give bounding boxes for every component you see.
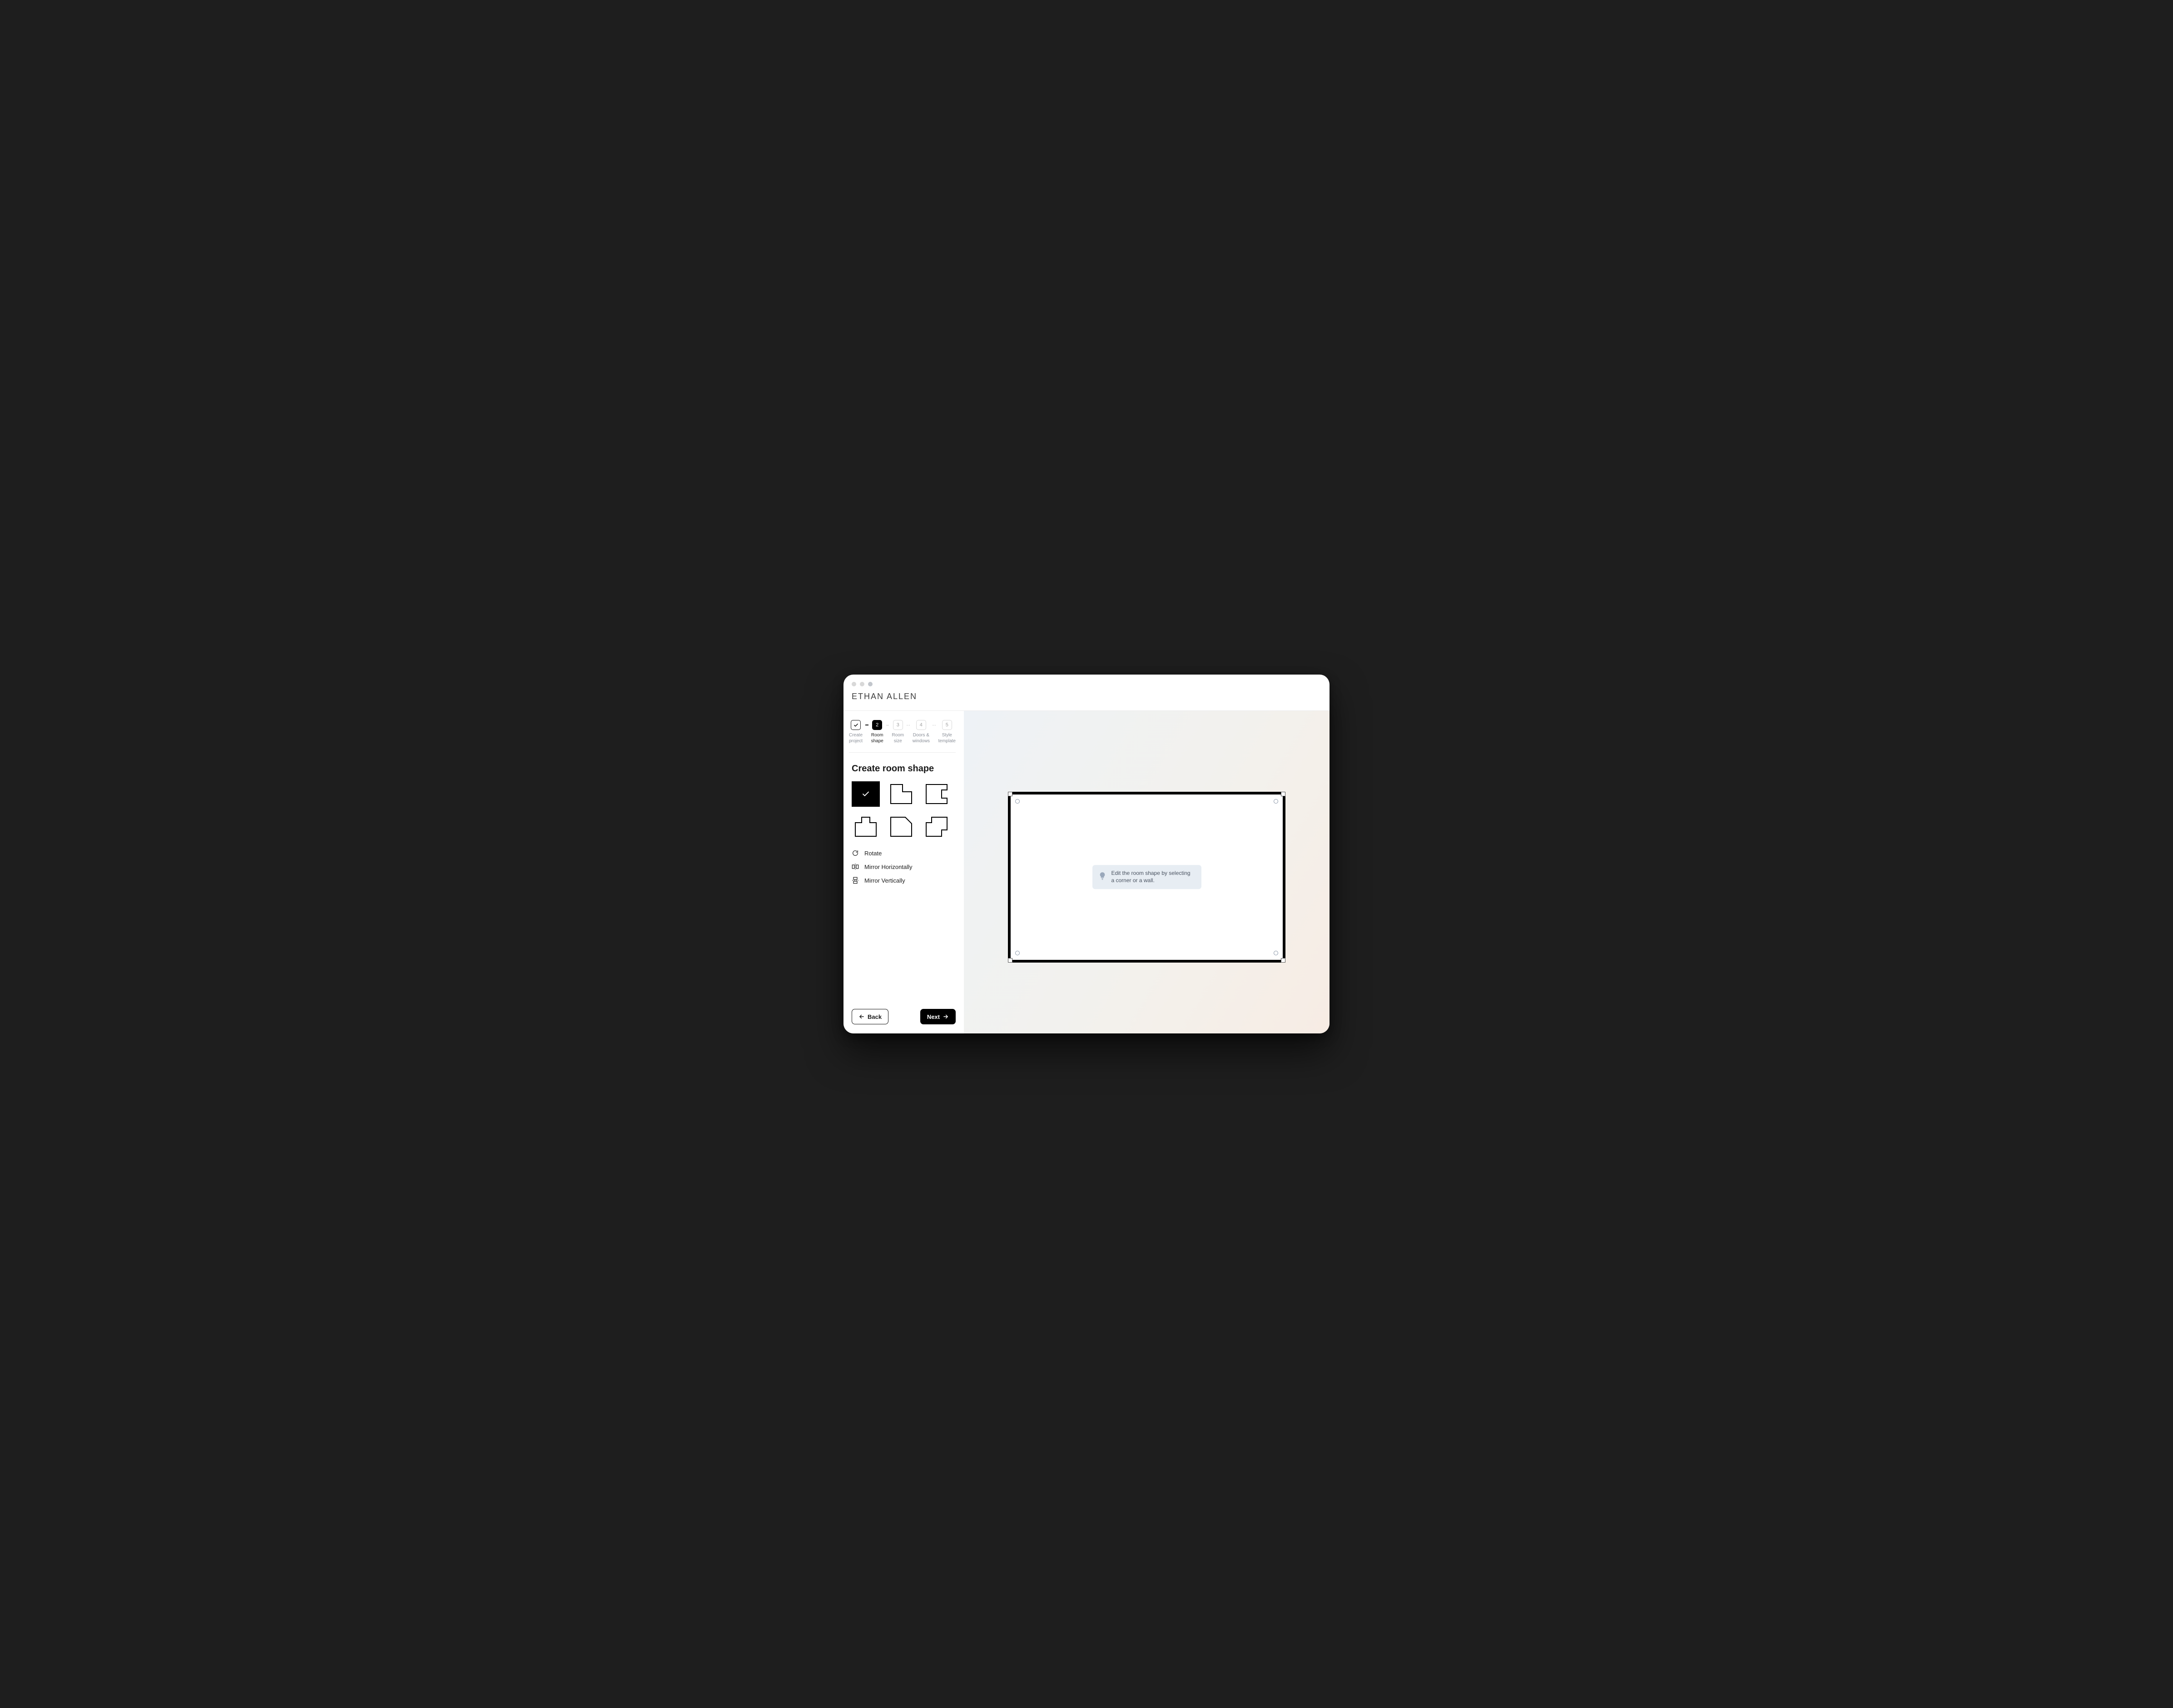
- step-connector: [886, 720, 889, 730]
- mirror-vertical-icon: [852, 877, 859, 884]
- back-button[interactable]: Back: [852, 1009, 888, 1024]
- tool-mirror-v[interactable]: Mirror Vertically: [852, 877, 956, 884]
- step-box: 2: [872, 720, 882, 730]
- step-box-check: [851, 720, 861, 730]
- next-button[interactable]: Next: [920, 1009, 956, 1024]
- step-label: Room shape: [871, 733, 883, 744]
- step-box: 4: [916, 720, 926, 730]
- step-box: 3: [893, 720, 903, 730]
- next-button-label: Next: [927, 1013, 940, 1020]
- shape-step-corner[interactable]: [923, 814, 951, 839]
- tool-rotate[interactable]: Rotate: [852, 849, 956, 857]
- tool-label: Rotate: [864, 850, 882, 857]
- resize-handle-bl[interactable]: [1008, 958, 1012, 963]
- step-create-project[interactable]: Create project: [849, 720, 863, 744]
- shape-l-topright[interactable]: [887, 781, 915, 807]
- traffic-light-zoom[interactable]: [868, 682, 873, 686]
- traffic-light-close[interactable]: [852, 682, 856, 686]
- check-icon: [862, 790, 870, 798]
- stepper: Create project 2 Room shape 3 Room size …: [849, 720, 956, 753]
- corner-point-tl[interactable]: [1015, 799, 1020, 804]
- hint-text: Edit the room shape by selecting a corne…: [1111, 869, 1193, 885]
- footer-buttons: Back Next: [852, 1002, 956, 1024]
- arrow-left-icon: [858, 1013, 865, 1020]
- resize-handle-tl[interactable]: [1008, 792, 1012, 796]
- hint-card: Edit the room shape by selecting a corne…: [1092, 865, 1201, 889]
- tool-mirror-h[interactable]: Mirror Horizontally: [852, 863, 956, 870]
- content-row: Create project 2 Room shape 3 Room size …: [843, 710, 1330, 1033]
- mirror-horizontal-icon: [852, 863, 859, 870]
- resize-handle-br[interactable]: [1281, 958, 1285, 963]
- step-connector: [865, 720, 868, 730]
- step-room-shape[interactable]: 2 Room shape: [871, 720, 883, 744]
- tool-list: Rotate Mirror Horizontally Mirror Vertic…: [852, 849, 956, 884]
- step-style-template[interactable]: 5 Style template: [938, 720, 956, 744]
- window-titlebar: [843, 675, 1330, 688]
- step-label: Style template: [938, 733, 956, 744]
- app-window: ETHAN ALLEN Create project 2 Room shape: [843, 675, 1330, 1033]
- step-label: Doors & windows: [913, 733, 930, 744]
- traffic-light-minimize[interactable]: [860, 682, 864, 686]
- section-title: Create room shape: [852, 764, 956, 774]
- shape-notch-right[interactable]: [923, 781, 951, 807]
- lightbulb-icon: [1099, 871, 1106, 883]
- brand-wordmark: ETHAN ALLEN: [852, 692, 1321, 701]
- step-label: Room size: [892, 733, 904, 744]
- shape-cut-corner[interactable]: [887, 814, 915, 839]
- step-room-size[interactable]: 3 Room size: [892, 720, 904, 744]
- arrow-right-icon: [943, 1013, 949, 1020]
- room-outline[interactable]: Edit the room shape by selecting a corne…: [1008, 792, 1286, 963]
- step-connector: [933, 720, 936, 730]
- brand-bar: ETHAN ALLEN: [843, 688, 1330, 710]
- back-button-label: Back: [868, 1013, 882, 1020]
- corner-point-br[interactable]: [1274, 951, 1278, 955]
- canvas[interactable]: Edit the room shape by selecting a corne…: [964, 711, 1330, 1033]
- corner-point-tr[interactable]: [1274, 799, 1278, 804]
- shape-t-top[interactable]: [852, 814, 880, 839]
- step-doors-windows[interactable]: 4 Doors & windows: [913, 720, 930, 744]
- resize-handle-tr[interactable]: [1281, 792, 1285, 796]
- shape-grid: [852, 781, 956, 839]
- corner-point-bl[interactable]: [1015, 951, 1020, 955]
- tool-label: Mirror Vertically: [864, 877, 905, 884]
- step-connector: [907, 720, 910, 730]
- step-box: 5: [942, 720, 952, 730]
- tool-label: Mirror Horizontally: [864, 864, 912, 870]
- shape-rect[interactable]: [852, 781, 880, 807]
- sidebar: Create project 2 Room shape 3 Room size …: [843, 711, 964, 1033]
- rotate-icon: [852, 849, 859, 857]
- step-label: Create project: [849, 733, 863, 744]
